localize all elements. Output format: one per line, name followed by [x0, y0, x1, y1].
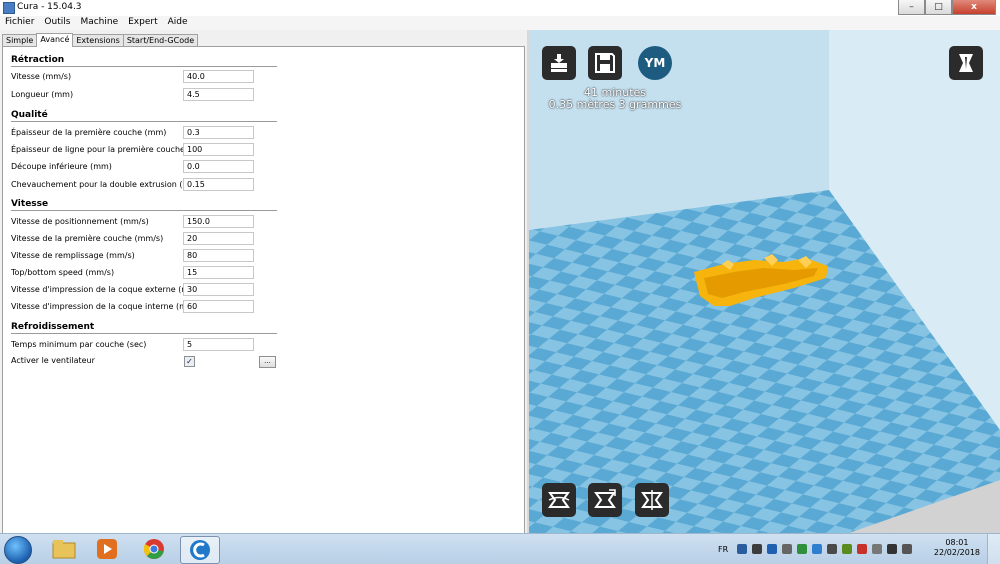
- security-icon[interactable]: [797, 544, 808, 554]
- usb-icon[interactable]: [782, 544, 793, 554]
- close-button[interactable]: x: [952, 0, 996, 15]
- section-vitesse: Vitesse: [11, 199, 277, 211]
- menu-machine[interactable]: Machine: [75, 16, 123, 30]
- section-qualite: Qualité: [11, 110, 277, 122]
- initial-layer-thickness-label: Épaisseur de la première couche (mm): [11, 128, 167, 137]
- section-refroidissement: Refroidissement: [11, 322, 277, 334]
- retraction-speed-input[interactable]: 40.0: [183, 70, 254, 83]
- language-indicator[interactable]: FR: [718, 545, 728, 554]
- maximize-button[interactable]: □: [925, 0, 952, 15]
- network-signal-icon[interactable]: [887, 544, 898, 554]
- retraction-length-label: Longueur (mm): [11, 90, 74, 99]
- clock-time: 08:01: [945, 538, 969, 547]
- dual-extrusion-overlap-input[interactable]: 0.15: [183, 178, 254, 191]
- rotate-icon[interactable]: [542, 483, 576, 517]
- keyboard-icon[interactable]: [737, 544, 748, 554]
- display-icon[interactable]: [827, 544, 838, 554]
- device-icon[interactable]: [752, 544, 763, 554]
- print-material: 0.35 mètres 3 grammes: [548, 98, 682, 111]
- outer-shell-speed-label: Vitesse d'impression de la coque externe…: [11, 285, 207, 294]
- retraction-speed-label: Vitesse (mm/s): [11, 72, 72, 81]
- clock[interactable]: 08:01 22/02/2018: [934, 538, 980, 558]
- section-retraction: Rétraction: [11, 55, 277, 67]
- youmagine-icon[interactable]: YM: [638, 46, 672, 80]
- inner-shell-speed-label: Vitesse d'impression de la coque interne…: [11, 302, 205, 311]
- tab-avance[interactable]: Avancé: [36, 33, 74, 47]
- clock-date: 22/02/2018: [933, 548, 980, 557]
- initial-layer-width-label: Épaisseur de ligne pour la première couc…: [11, 145, 202, 154]
- show-desktop-button[interactable]: [987, 534, 1000, 564]
- chrome-icon[interactable]: [135, 536, 173, 562]
- start-button[interactable]: [4, 536, 32, 564]
- save-gcode-icon[interactable]: [588, 46, 622, 80]
- power-icon[interactable]: [872, 544, 883, 554]
- cut-off-object-bottom-input[interactable]: 0.0: [183, 160, 254, 173]
- top-bottom-speed-input[interactable]: 15: [183, 266, 254, 279]
- scale-icon[interactable]: [588, 483, 622, 517]
- menu-aide[interactable]: Aide: [163, 16, 193, 30]
- window-title: Cura - 15.04.3: [17, 2, 82, 12]
- menu-bar: Fichier Outils Machine Expert Aide: [0, 16, 1000, 30]
- windows-explorer-icon[interactable]: [45, 536, 83, 562]
- cura-app-icon: [3, 2, 15, 14]
- mirror-icon[interactable]: [635, 483, 669, 517]
- system-tray: FR: [718, 542, 917, 556]
- minimal-layer-time-input[interactable]: 5: [183, 338, 254, 351]
- dropbox-icon[interactable]: [812, 544, 823, 554]
- window-controls: – □ x: [898, 0, 996, 15]
- infill-speed-label: Vitesse de remplissage (mm/s): [11, 251, 135, 260]
- bluetooth-icon[interactable]: [767, 544, 778, 554]
- volume-icon[interactable]: [902, 544, 913, 554]
- advanced-settings-page: Rétraction Vitesse (mm/s) 40.0 Longueur …: [2, 46, 525, 534]
- enable-fan-label: Activer le ventilateur: [11, 356, 95, 365]
- retraction-length-input[interactable]: 4.5: [183, 88, 254, 101]
- load-model-icon[interactable]: [542, 46, 576, 80]
- fan-options-button[interactable]: ...: [259, 356, 276, 368]
- minimize-button[interactable]: –: [898, 0, 925, 15]
- initial-layer-width-input[interactable]: 100: [183, 143, 254, 156]
- outer-shell-speed-input[interactable]: 30: [183, 283, 254, 296]
- view-mode-icon[interactable]: [949, 46, 983, 80]
- 3d-viewport[interactable]: YM 41 minutes 0.35 mètres 3 grammes: [529, 30, 1000, 533]
- dual-extrusion-overlap-label: Chevauchement pour la double extrusion (…: [11, 180, 202, 189]
- settings-panel: Simple Avancé Extensions Start/End-GCode…: [0, 30, 527, 534]
- menu-outils[interactable]: Outils: [39, 16, 75, 30]
- bottom-layer-speed-label: Vitesse de la première couche (mm/s): [11, 234, 164, 243]
- bottom-layer-speed-input[interactable]: 20: [183, 232, 254, 245]
- minimal-layer-time-label: Temps minimum par couche (sec): [11, 340, 147, 349]
- menu-fichier[interactable]: Fichier: [0, 16, 39, 30]
- title-bar: Cura - 15.04.3 – □ x: [0, 0, 1000, 17]
- top-bottom-speed-label: Top/bottom speed (mm/s): [11, 268, 115, 277]
- initial-layer-thickness-input[interactable]: 0.3: [183, 126, 254, 139]
- windows-taskbar: FR 08:01 22/02/2018: [0, 533, 1000, 564]
- action-center-icon[interactable]: [857, 544, 868, 554]
- settings-tabs: Simple Avancé Extensions Start/End-GCode: [2, 33, 199, 47]
- inner-shell-speed-input[interactable]: 60: [183, 300, 254, 313]
- media-player-icon[interactable]: [88, 536, 126, 562]
- cura-icon[interactable]: [180, 536, 220, 564]
- menu-expert[interactable]: Expert: [123, 16, 163, 30]
- travel-speed-input[interactable]: 150.0: [183, 215, 254, 228]
- cut-off-object-bottom-label: Découpe inférieure (mm): [11, 162, 112, 171]
- infill-speed-input[interactable]: 80: [183, 249, 254, 262]
- travel-speed-label: Vitesse de positionnement (mm/s): [11, 217, 149, 226]
- enable-fan-checkbox[interactable]: ✓: [184, 356, 195, 367]
- update-icon[interactable]: [842, 544, 853, 554]
